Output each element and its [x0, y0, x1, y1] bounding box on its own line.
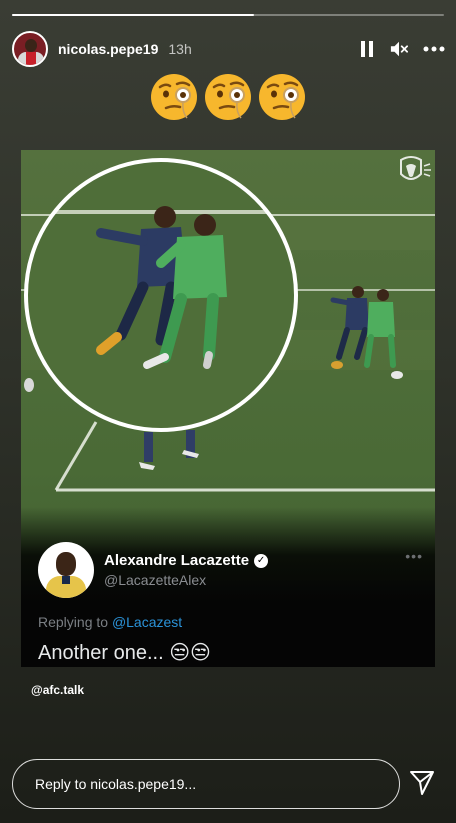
- username[interactable]: nicolas.pepe19: [58, 41, 158, 57]
- send-icon[interactable]: [407, 768, 437, 798]
- avatar[interactable]: [12, 31, 48, 67]
- verified-icon: ✓: [254, 553, 269, 568]
- face-with-monocle-icon: [203, 72, 253, 127]
- tweet-handle: @LacazetteAlex: [104, 572, 207, 588]
- story-header: nicolas.pepe19 13h: [12, 30, 446, 68]
- time-ago: 13h: [168, 41, 192, 57]
- tweet-replying-to: Replying to @Lacazest: [38, 614, 183, 630]
- tweet-mention: @Lacazest: [111, 614, 183, 630]
- story-controls: [358, 40, 446, 58]
- tweet-display-name: Alexandre Lacazette ✓: [104, 552, 269, 569]
- mute-icon[interactable]: [390, 40, 408, 58]
- credit-mention[interactable]: @afc.talk: [31, 683, 84, 697]
- reply-input[interactable]: Reply to nicolas.pepe19...: [12, 759, 400, 809]
- shared-post[interactable]: Alexandre Lacazette ✓ @LacazetteAlex •••…: [21, 150, 435, 667]
- tweet-text: Another one... 😒😒: [38, 642, 211, 664]
- face-with-monocle-icon: [257, 72, 307, 127]
- tweet-avatar: [38, 542, 94, 598]
- tweet-card: Alexandre Lacazette ✓ @LacazetteAlex •••…: [38, 542, 423, 665]
- story-progress-bar: [12, 14, 444, 16]
- emoji-sticker-row: [0, 72, 456, 127]
- more-options-icon[interactable]: [422, 40, 446, 58]
- face-with-monocle-icon: [149, 72, 199, 127]
- pause-icon[interactable]: [358, 40, 376, 58]
- story-progress-fill: [12, 14, 254, 16]
- tweet-more-icon: •••: [405, 548, 423, 564]
